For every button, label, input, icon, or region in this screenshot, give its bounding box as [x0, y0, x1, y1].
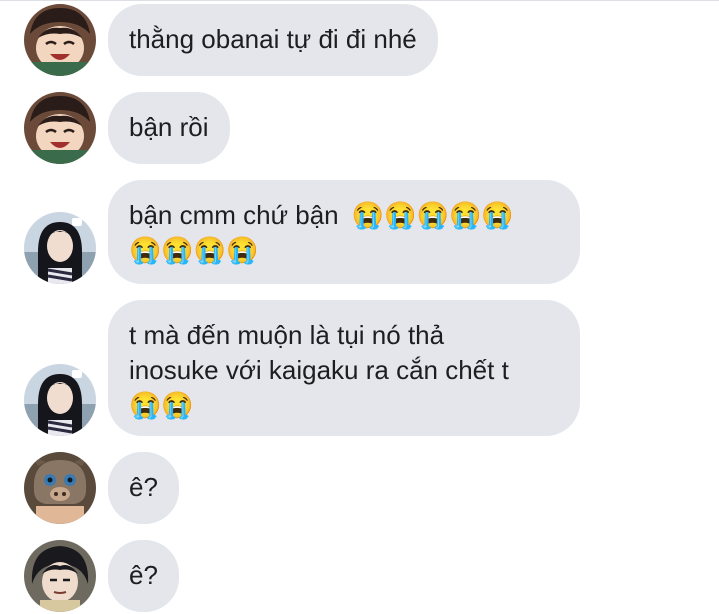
message-line: bận cmm chứ bận 😭😭😭😭😭: [129, 198, 559, 233]
crying-emoji-icon: 😭: [161, 235, 194, 265]
laughing-boy-avatar[interactable]: [24, 4, 96, 76]
message-text: thằng obanai tự đi đi nhé: [129, 24, 417, 54]
crying-emoji-icon: 😭: [481, 200, 514, 230]
message-row: t mà đến muộn là tụi nó thả inosuke với …: [0, 300, 719, 436]
laughing-boy-avatar[interactable]: [24, 92, 96, 164]
message-row: ê?: [0, 452, 719, 524]
boar-mask-avatar[interactable]: [24, 452, 96, 524]
message-row: thằng obanai tự đi đi nhé: [0, 4, 719, 76]
message-bubble[interactable]: t mà đến muộn là tụi nó thả inosuke với …: [108, 300, 580, 436]
dark-hair-avatar[interactable]: [24, 540, 96, 612]
crying-emoji-icon: 😭: [448, 200, 482, 230]
crying-emoji-icon: 😭: [384, 200, 417, 230]
crying-emoji-icon: 😭: [161, 390, 194, 420]
message-bubble[interactable]: bận cmm chứ bận 😭😭😭😭😭 😭😭😭😭: [108, 180, 580, 284]
top-divider: [0, 0, 719, 1]
message-row: bận cmm chứ bận 😭😭😭😭😭 😭😭😭😭: [0, 180, 719, 284]
message-line: 😭😭😭😭: [129, 233, 559, 268]
crying-emoji-icon: 😭: [129, 235, 162, 265]
message-row: ê?: [0, 540, 719, 612]
message-text: bận cmm chứ bận: [129, 200, 339, 230]
obanai-avatar[interactable]: [24, 212, 96, 284]
message-text: t mà đến muộn là tụi nó thả: [129, 320, 445, 350]
crying-emoji-icon: 😭: [193, 235, 227, 265]
message-text: inosuke với kaigaku ra cắn chết t: [129, 355, 509, 385]
message-row: bận rồi: [0, 92, 719, 164]
crying-emoji-icon: 😭: [351, 200, 385, 230]
obanai-avatar[interactable]: [24, 364, 96, 436]
message-bubble[interactable]: ê?: [108, 540, 179, 612]
message-text: ê?: [129, 472, 158, 502]
message-bubble[interactable]: bận rồi: [108, 92, 230, 164]
message-text: bận rồi: [129, 112, 209, 142]
crying-emoji-icon: 😭: [416, 200, 449, 230]
message-text: ê?: [129, 560, 158, 590]
crying-emoji-icon: 😭: [226, 235, 259, 265]
message-bubble[interactable]: thằng obanai tự đi đi nhé: [108, 4, 438, 76]
message-bubble[interactable]: ê?: [108, 452, 179, 524]
crying-emoji-icon: 😭: [129, 390, 162, 420]
message-line: 😭😭: [129, 388, 559, 423]
